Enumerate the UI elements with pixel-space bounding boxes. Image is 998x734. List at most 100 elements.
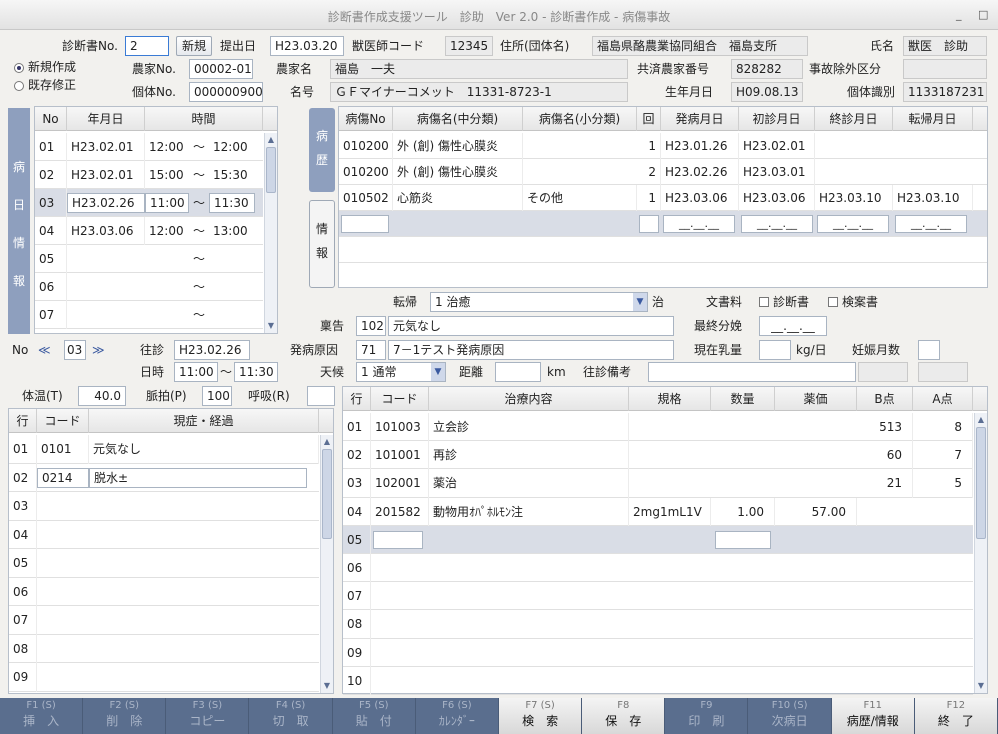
- cert-no-input[interactable]: 2: [125, 36, 169, 56]
- disease-row[interactable]: 010200 外 (創) 傷性心膜炎 2 H23.02.26 H23.03.01: [339, 159, 987, 185]
- visit-day-side-tab[interactable]: 病 日 情 報: [8, 108, 30, 334]
- symptoms-scrollbar[interactable]: ▲ ▼: [320, 435, 333, 693]
- treatment-row[interactable]: 02 101001 再診 60 7: [343, 441, 973, 470]
- preg-field[interactable]: [918, 340, 940, 360]
- next-visit-icon[interactable]: ≫: [92, 340, 105, 360]
- disease-row[interactable]: 010200 外 (創) 傷性心膜炎 1 H23.01.26 H23.02.01: [339, 133, 987, 159]
- scroll-thumb[interactable]: [266, 147, 276, 193]
- visit-row[interactable]: 01 H23.02.01 12:00 ～ 12:00: [35, 133, 263, 161]
- disease-last-input[interactable]: __.__.__: [817, 215, 889, 233]
- memo-text-input[interactable]: 元気なし: [388, 316, 674, 336]
- scroll-thumb[interactable]: [322, 449, 332, 539]
- disease-new-row[interactable]: __.__.__ __.__.__ __.__.__ __.__.__: [339, 211, 987, 237]
- time-label: 日時: [140, 365, 165, 379]
- scroll-up-icon[interactable]: ▲: [266, 135, 276, 145]
- scroll-up-icon[interactable]: ▲: [322, 437, 332, 447]
- symptom-row[interactable]: 07: [9, 606, 319, 635]
- treatment-row[interactable]: 08: [343, 610, 973, 639]
- fkey-button-10[interactable]: F10 (S) 次病日: [749, 698, 832, 734]
- visit-row[interactable]: 04 H23.03.06 12:00 ～ 13:00: [35, 217, 263, 245]
- scroll-up-icon[interactable]: ▲: [976, 415, 986, 425]
- minimize-icon[interactable]: _: [956, 8, 962, 21]
- symptom-row[interactable]: 05: [9, 549, 319, 578]
- outcome-select[interactable]: 1 治癒 ▼: [430, 292, 648, 312]
- farm-no-field[interactable]: 00002-01: [189, 59, 253, 79]
- disease-code-input[interactable]: [341, 215, 389, 233]
- fkey-button-6[interactable]: F6 (S) ｶﾚﾝﾀﾞｰ: [416, 698, 499, 734]
- treatment-qty-input[interactable]: [715, 530, 771, 549]
- scroll-thumb[interactable]: [976, 427, 986, 539]
- visit-row[interactable]: 03 H23.02.26 11:00 ～ 11:30: [35, 189, 263, 217]
- fkey-button-8[interactable]: F8 保 存: [582, 698, 666, 734]
- fkey-button-5[interactable]: F5 (S) 貼 付: [333, 698, 416, 734]
- symptom-row[interactable]: 02 0214 脱水±: [9, 463, 319, 492]
- fkey-button-12[interactable]: F12 終 了: [914, 698, 998, 734]
- disease-onset-input[interactable]: __.__.__: [663, 215, 735, 233]
- mode-new-radio[interactable]: [14, 63, 24, 73]
- treatment-row[interactable]: 07: [343, 582, 973, 611]
- time-from-field[interactable]: 11:00: [174, 362, 218, 382]
- fkey-button-11[interactable]: F11 病歴/情報: [831, 698, 915, 734]
- symptom-row[interactable]: 01 0101 元気なし: [9, 435, 319, 464]
- symptom-row[interactable]: 04: [9, 520, 319, 549]
- doc-cert-checkbox[interactable]: [759, 297, 769, 307]
- disease-first-input[interactable]: __.__.__: [741, 215, 813, 233]
- visit-row[interactable]: 05 ～: [35, 245, 263, 273]
- treatment-row[interactable]: 04 201582 動物用ｵﾊﾟﾎﾙﾓﾝ注 2mg1mL1V 1.00 57.00: [343, 497, 973, 526]
- dropdown-arrow-icon[interactable]: ▼: [633, 293, 647, 311]
- fkey-button-3[interactable]: F3 (S) コピー: [166, 698, 250, 734]
- treatment-row[interactable]: 01 101003 立会診 513 8: [343, 413, 973, 442]
- distance-field[interactable]: [495, 362, 541, 382]
- symptom-row[interactable]: 03: [9, 492, 319, 521]
- treatment-row[interactable]: 03 102001 薬治 21 5: [343, 469, 973, 498]
- treatment-row[interactable]: 09: [343, 638, 973, 667]
- memo-code-input[interactable]: 102: [356, 316, 386, 336]
- doc-exam-checkbox[interactable]: [828, 297, 838, 307]
- scroll-down-icon[interactable]: ▼: [266, 321, 276, 331]
- time-to-field[interactable]: 11:30: [234, 362, 278, 382]
- scroll-down-icon[interactable]: ▼: [322, 681, 332, 691]
- pulse-field[interactable]: 100: [202, 386, 232, 406]
- treatment-row[interactable]: 05: [343, 525, 973, 554]
- maximize-icon[interactable]: □: [978, 8, 988, 21]
- treatment-code-input[interactable]: [373, 530, 423, 549]
- treatments-scrollbar[interactable]: ▲ ▼: [974, 413, 987, 693]
- resp-field[interactable]: [307, 386, 335, 406]
- treatment-row[interactable]: 06: [343, 554, 973, 583]
- last-calving-field[interactable]: __.__.__: [759, 316, 827, 336]
- fkey-button-2[interactable]: F2 (S) 削 除: [83, 698, 167, 734]
- visit-date-field[interactable]: H23.02.26: [174, 340, 250, 360]
- disease-outcome-input[interactable]: __.__.__: [895, 215, 967, 233]
- symptom-row[interactable]: 08: [9, 634, 319, 663]
- visit-row[interactable]: 06 ～: [35, 273, 263, 301]
- info-tab[interactable]: 情 報: [309, 200, 335, 288]
- fkey-button-7[interactable]: F7 (S) 検 索: [499, 698, 583, 734]
- visit-row[interactable]: 02 H23.02.01 15:00 ～ 15:30: [35, 161, 263, 189]
- temp-field[interactable]: 40.0: [78, 386, 126, 406]
- disease-count-input[interactable]: [639, 215, 659, 233]
- visit-row[interactable]: 07 ～: [35, 301, 263, 329]
- milk-field[interactable]: [759, 340, 791, 360]
- treatment-row[interactable]: 10: [343, 666, 973, 695]
- dropdown-arrow-icon[interactable]: ▼: [431, 363, 445, 381]
- history-tab[interactable]: 病 歴: [309, 108, 335, 192]
- submit-date-field[interactable]: H23.03.20: [270, 36, 344, 56]
- visit-scrollbar[interactable]: ▲ ▼: [264, 133, 277, 333]
- visit-no-field[interactable]: 03: [64, 340, 86, 360]
- treatment-name: 薬治: [429, 469, 629, 498]
- new-button[interactable]: 新規: [176, 36, 212, 56]
- cause-code-input[interactable]: 71: [356, 340, 386, 360]
- disease-row[interactable]: 010502 心筋炎 その他 1 H23.03.06 H23.03.06 H23.03.10…: [339, 185, 987, 211]
- symptom-row[interactable]: 06: [9, 577, 319, 606]
- weather-select[interactable]: 1 通常 ▼: [356, 362, 446, 382]
- fkey-button-9[interactable]: F9 印 刷: [665, 698, 749, 734]
- fkey-button-4[interactable]: F4 (S) 切 取: [250, 698, 333, 734]
- indiv-no-field[interactable]: 0000009000: [189, 82, 263, 102]
- scroll-down-icon[interactable]: ▼: [976, 681, 986, 691]
- fkey-button-1[interactable]: F1 (S) 挿 入: [0, 698, 84, 734]
- symptom-row[interactable]: 09: [9, 663, 319, 692]
- mode-edit-radio[interactable]: [14, 81, 24, 91]
- visit-note-field[interactable]: [648, 362, 856, 382]
- cause-text-input[interactable]: 7－1テスト発病原因: [388, 340, 674, 360]
- prev-visit-icon[interactable]: ≪: [38, 340, 51, 360]
